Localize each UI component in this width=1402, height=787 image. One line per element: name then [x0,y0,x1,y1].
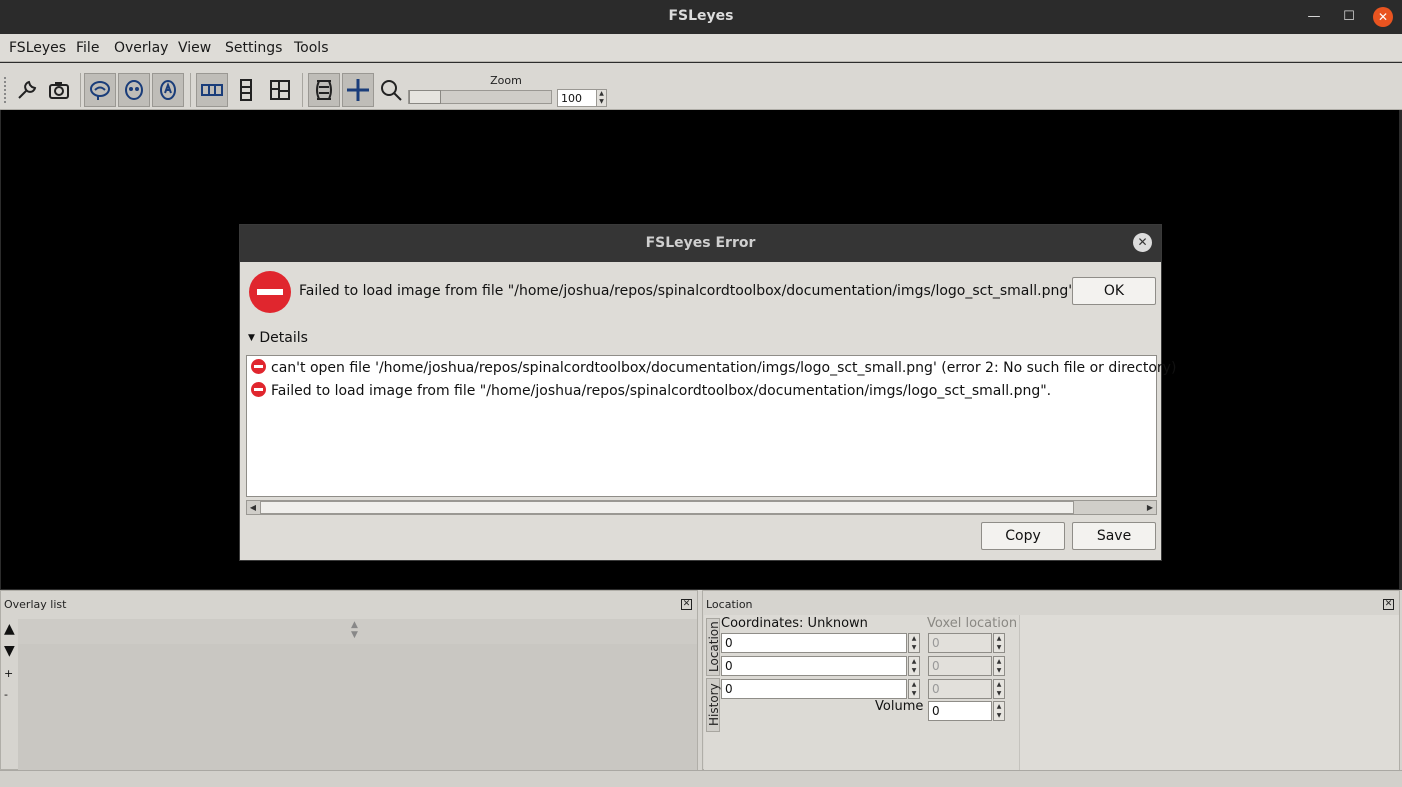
scroll-left-icon[interactable]: ◀ [247,501,259,514]
location-content: Location History Coordinates: Unknown Vo… [704,615,1399,770]
maximize-icon[interactable]: ☐ [1339,7,1359,27]
scrollbar-thumb[interactable] [260,501,1074,514]
ok-button[interactable]: OK [1072,277,1156,305]
menu-settings[interactable]: Settings [225,40,282,56]
location-info-area [1019,615,1399,770]
menu-overlay[interactable]: Overlay [114,40,168,56]
copy-button[interactable]: Copy [981,522,1065,550]
voxel-z-field[interactable]: 0 [928,679,992,699]
wrench-icon[interactable] [11,73,43,107]
minimize-icon[interactable]: — [1304,7,1324,27]
toolbar-grip[interactable] [4,77,7,103]
crosshair-icon[interactable] [342,73,374,107]
coord-y-spin[interactable]: ▲ ▼ [908,656,920,676]
overlay-list[interactable] [18,644,697,770]
error-icon [251,359,266,374]
coord-z-spin[interactable]: ▲ ▼ [908,679,920,699]
zoom-spin-buttons[interactable]: ▲ ▼ [596,89,607,107]
list-item: can't open file '/home/joshua/repos/spin… [251,359,1176,377]
zoom-slider[interactable] [408,90,552,104]
camera-icon[interactable] [43,73,75,107]
reorder-arrows-icon: ▲ ▼ [351,620,358,640]
menu-fsleyes[interactable]: FSLeyes [9,40,66,56]
menubar: FSLeyes File Overlay View Settings Tools [0,34,1402,62]
voxel-location-label: Voxel location [927,616,1018,631]
grid-layout-icon[interactable] [264,73,296,107]
zoom-label: Zoom [490,74,522,87]
voxel-z-spin[interactable]: ▲ ▼ [993,679,1005,699]
horizontal-scrollbar[interactable]: ◀ ▶ [246,500,1157,515]
menu-tools[interactable]: Tools [294,40,329,56]
location-title: Location [706,598,753,611]
details-toggle[interactable]: ▼ Details [248,330,308,346]
dialog-close-icon[interactable]: ✕ [1133,233,1152,252]
zoom-slider-thumb[interactable] [409,90,441,104]
coord-x-field[interactable]: 0 [721,633,907,653]
ortho-toolbar: Zoom 100 ▲ ▼ [0,63,1402,110]
close-panel-icon[interactable]: ✕ [681,599,692,610]
error-dialog: FSLeyes Error ✕ Failed to load image fro… [239,224,1176,561]
tab-history[interactable]: History [706,678,721,732]
window-title: FSLeyes [668,8,734,24]
save-button[interactable]: Save [1072,522,1156,550]
add-overlay-button[interactable]: + [4,667,13,680]
status-bar [0,770,1402,787]
menu-file[interactable]: File [76,40,99,56]
coordinates-label: Coordinates: Unknown [721,616,868,631]
volume-label: Volume [875,699,924,714]
overlay-list-title: Overlay list [4,598,67,611]
zoom-magnifier-icon [375,73,407,107]
volume-spin[interactable]: ▲ ▼ [993,701,1005,721]
coronal-view-icon[interactable] [118,73,150,107]
voxel-y-field[interactable]: 0 [928,656,992,676]
scroll-right-icon[interactable]: ▶ [1144,501,1156,514]
overlay-list-header: ▲ ▼ [18,619,697,644]
bottom-panels: Overlay list ✕ ▲ ▼ ▲ ▼ + - Location ✕ Loc… [0,590,1402,787]
details-label: Details [259,330,308,346]
window-titlebar: FSLeyes — ☐ ✕ [0,0,1402,34]
zoom-input[interactable]: 100 [557,89,597,107]
close-panel-icon[interactable]: ✕ [1383,599,1394,610]
details-list[interactable]: can't open file '/home/joshua/repos/spin… [246,355,1176,497]
volume-field[interactable]: 0 [928,701,992,721]
movie-mode-icon[interactable] [308,73,340,107]
chevron-down-icon: ▼ [248,333,255,343]
dialog-title: FSLeyes Error [240,225,1161,262]
close-window-icon[interactable]: ✕ [1373,7,1393,27]
horizontal-layout-icon[interactable] [196,73,228,107]
tab-location[interactable]: Location [706,618,721,676]
voxel-x-spin[interactable]: ▲ ▼ [993,633,1005,653]
vertical-layout-icon[interactable] [230,73,262,107]
coord-x-spin[interactable]: ▲ ▼ [908,633,920,653]
remove-overlay-button[interactable]: - [4,688,8,701]
move-up-button[interactable]: ▲ [4,621,15,637]
error-icon [251,382,266,397]
voxel-y-spin[interactable]: ▲ ▼ [993,656,1005,676]
move-down-button[interactable]: ▼ [4,643,15,659]
menu-view[interactable]: View [178,40,211,56]
coord-y-field[interactable]: 0 [721,656,907,676]
coord-z-field[interactable]: 0 [721,679,907,699]
axial-view-icon[interactable] [152,73,184,107]
detail-text: Failed to load image from file "/home/jo… [271,383,1052,399]
error-icon [249,271,291,313]
sagittal-view-icon[interactable] [84,73,116,107]
overlay-list-panel: Overlay list ✕ ▲ ▼ ▲ ▼ + - [0,590,698,770]
detail-text: can't open file '/home/joshua/repos/spin… [271,360,1177,376]
list-item: Failed to load image from file "/home/jo… [251,382,1051,400]
error-message: Failed to load image from file "/home/jo… [299,283,1080,299]
voxel-x-field[interactable]: 0 [928,633,992,653]
